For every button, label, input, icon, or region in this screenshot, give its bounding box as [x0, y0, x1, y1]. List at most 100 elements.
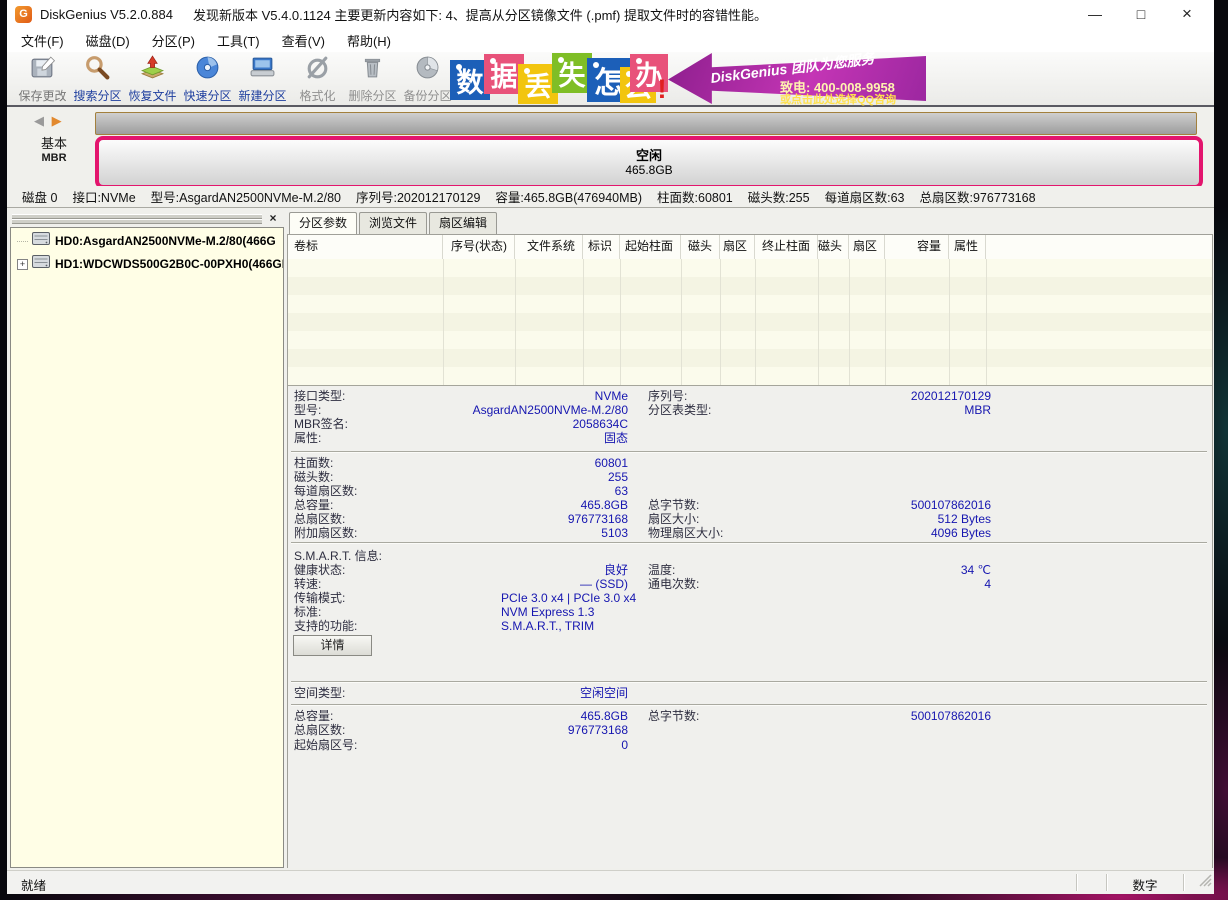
delete-partition-button[interactable]: 删除分区	[345, 54, 400, 103]
disk-info-bar: 磁盘 0 接口:NVMe 型号:AsgardAN2500NVMe-M.2/80 …	[7, 186, 1214, 208]
hard-drive-icon	[32, 232, 50, 250]
detail-row: 柱面数:60801	[288, 456, 1212, 470]
toolbar-button-label: 搜索分区	[73, 87, 121, 104]
recover-layers-icon	[139, 54, 166, 86]
space-type-row: 空间类型:空闲空间	[288, 686, 1212, 700]
detail-row: MBR签名:2058634C	[288, 417, 1212, 431]
partition-table-body[interactable]	[288, 259, 1212, 385]
grid-line	[443, 259, 444, 385]
detail-row: 总扇区数:976773168	[288, 723, 1212, 737]
search-partition-button[interactable]: 搜索分区	[70, 54, 125, 103]
smart-section-title: S.M.A.R.T. 信息:	[288, 549, 1212, 563]
detail-row: 属性:固态	[288, 431, 1212, 445]
tab-browse-files[interactable]: 浏览文件	[359, 212, 427, 235]
promo-banner[interactable]: 数 据 丢 失 怎 么 办 ! DiskGenius 团队为您服务 致电: 40…	[450, 53, 928, 104]
toolbar: 保存更改 搜索分区 恢复文件 快速分区 新建分区 格式化 删除分区 备份分区	[7, 52, 1214, 107]
ad-qq-link[interactable]: 或点击此处选择QQ咨询	[780, 91, 896, 107]
title-bar: G DiskGenius V5.2.0.884 发现新版本 V5.4.0.112…	[7, 0, 1214, 28]
toolbar-button-label: 快速分区	[183, 87, 231, 104]
disk-tree-panel: × HD0:AsgardAN2500NVMe-M.2/80(466G + HD1…	[10, 210, 284, 868]
trash-icon	[359, 54, 386, 86]
partition-overview: ◀ ▶ 基本 MBR 空闲 465.8GB	[7, 107, 1214, 186]
toolbar-button-label: 删除分区	[348, 87, 396, 104]
grid-line	[818, 259, 819, 385]
disk-nav-arrows: ◀ ▶	[34, 113, 62, 129]
detail-row: 每道扇区数:63	[288, 484, 1212, 498]
tab-partition-params[interactable]: 分区参数	[289, 212, 357, 235]
grid-line	[755, 259, 756, 385]
maximize-button[interactable]: □	[1132, 0, 1150, 28]
column-header-filler	[986, 235, 1212, 259]
new-partition-button[interactable]: 新建分区	[235, 54, 290, 103]
menu-partition[interactable]: 分区(P)	[144, 28, 203, 53]
minimize-button[interactable]: —	[1086, 0, 1104, 28]
tree-connector	[17, 241, 28, 242]
grid-line	[583, 259, 584, 385]
recover-files-button[interactable]: 恢复文件	[125, 54, 180, 103]
section-separator	[291, 451, 1207, 453]
disk-info-item: 型号:AsgardAN2500NVMe-M.2/80	[151, 187, 341, 206]
menu-help[interactable]: 帮助(H)	[339, 28, 399, 53]
detail-row: 健康状态:良好 温度:34 ℃	[288, 563, 1212, 577]
disk-tree: HD0:AsgardAN2500NVMe-M.2/80(466G + HD1:W…	[10, 227, 284, 868]
quick-partition-button[interactable]: 快速分区	[180, 54, 235, 103]
detail-row: 总扇区数:976773168 扇区大小:512 Bytes	[288, 512, 1212, 526]
detail-row: 标准:NVM Express 1.3	[288, 605, 1212, 619]
detail-row: 附加扇区数:5103 物理扇区大小:4096 Bytes	[288, 526, 1212, 540]
tab-sector-edit[interactable]: 扇区编辑	[429, 212, 497, 235]
magnifier-icon	[84, 54, 111, 86]
menu-disk[interactable]: 磁盘(D)	[78, 28, 138, 53]
grid-line	[720, 259, 721, 385]
disc-icon	[194, 54, 221, 86]
tree-item-hd1[interactable]: + HD1:WDCWDS500G2B0C-00PXH0(466GB)	[11, 254, 283, 274]
expand-icon[interactable]: +	[17, 259, 28, 270]
column-header: 起始柱面	[620, 235, 681, 259]
resize-grip-icon[interactable]	[1199, 874, 1212, 892]
toolbar-button-label: 恢复文件	[128, 87, 176, 104]
next-disk-icon[interactable]: ▶	[52, 113, 62, 128]
toolbar-button-label: 格式化	[299, 87, 335, 104]
disk-overview-strip[interactable]	[95, 112, 1197, 135]
detail-row: 接口类型:NVMe 序列号:202012170129	[288, 389, 1212, 403]
save-changes-button[interactable]: 保存更改	[15, 54, 70, 103]
menu-file[interactable]: 文件(F)	[13, 28, 72, 53]
app-window: G DiskGenius V5.2.0.884 发现新版本 V5.4.0.112…	[7, 0, 1214, 893]
column-header: 磁头	[681, 235, 720, 259]
prev-disk-icon[interactable]: ◀	[34, 113, 44, 128]
close-button[interactable]: ×	[1178, 0, 1196, 28]
column-header: 扇区	[849, 235, 885, 259]
format-button[interactable]: 格式化	[290, 54, 345, 103]
detail-row: 起始扇区号:0	[288, 738, 1212, 752]
grid-line	[681, 259, 682, 385]
menu-view[interactable]: 查看(V)	[274, 28, 333, 53]
grid-line	[885, 259, 886, 385]
table-row	[288, 259, 1212, 277]
menu-tools[interactable]: 工具(T)	[209, 28, 268, 53]
column-header: 容量	[885, 235, 949, 259]
numlock-indicator: 数字	[1107, 875, 1183, 894]
partition-params-content: 卷标 序号(状态) 文件系统 标识 起始柱面 磁头 扇区 终止柱面 磁头 扇区 …	[287, 234, 1213, 868]
ad-exclamation: !	[654, 69, 670, 109]
panel-grabber[interactable]: ×	[10, 212, 284, 226]
detail-row: 传输模式:PCIe 3.0 x4 | PCIe 3.0 x4	[288, 591, 1212, 605]
backup-partition-button[interactable]: 备份分区	[400, 54, 455, 103]
tab-bar: 分区参数 浏览文件 扇区编辑	[289, 212, 499, 234]
grid-line	[949, 259, 950, 385]
detail-row: 转速:— (SSD) 通电次数:4	[288, 577, 1212, 591]
column-header: 卷标	[288, 235, 443, 259]
disk-details: 接口类型:NVMe 序列号:202012170129 型号:AsgardAN25…	[288, 385, 1212, 868]
column-header: 终止柱面	[755, 235, 818, 259]
toolbar-button-label: 新建分区	[238, 87, 286, 104]
disk-info-item: 磁头数:255	[748, 187, 810, 206]
column-header: 文件系统	[515, 235, 583, 259]
tree-item-hd0[interactable]: HD0:AsgardAN2500NVMe-M.2/80(466G	[11, 231, 283, 251]
column-header: 标识	[583, 235, 620, 259]
desktop: { "window": { "title": "DiskGenius V5.2.…	[0, 0, 1228, 900]
column-header: 扇区	[720, 235, 755, 259]
panel-close-icon[interactable]: ×	[266, 212, 280, 226]
disk-info-item: 每道扇区数:63	[825, 187, 905, 206]
free-space-block[interactable]: 空闲 465.8GB	[95, 136, 1203, 189]
toolbar-button-label: 保存更改	[18, 87, 66, 104]
app-logo-icon: G	[15, 6, 32, 23]
smart-details-button[interactable]: 详情	[293, 635, 372, 656]
